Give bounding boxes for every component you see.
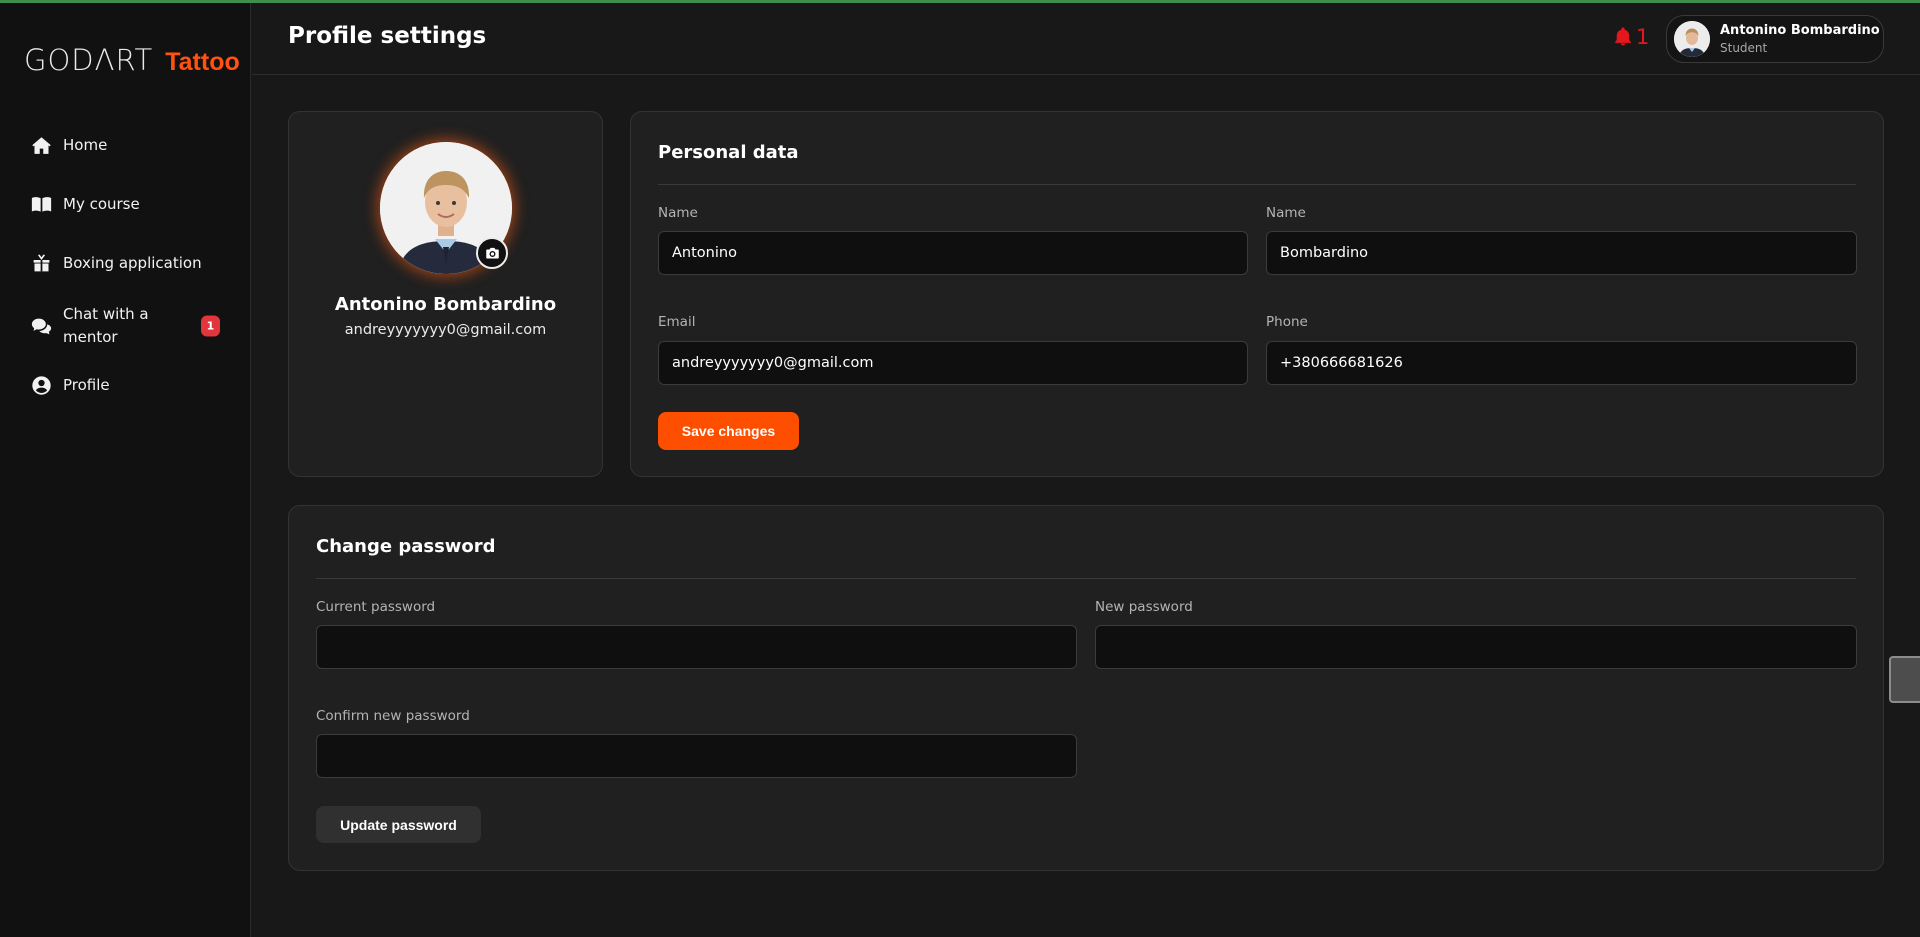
avatar bbox=[1674, 21, 1710, 57]
side-panel-handle[interactable] bbox=[1889, 656, 1920, 703]
profile-email: andreyyyyyyy0@gmail.com bbox=[344, 322, 547, 338]
user-name: Antonino Bombardino bbox=[1720, 23, 1880, 38]
divider bbox=[658, 184, 1856, 185]
save-changes-button[interactable]: Save changes bbox=[658, 412, 799, 450]
first-name-input[interactable] bbox=[658, 231, 1248, 275]
confirm-password-input[interactable] bbox=[316, 734, 1077, 778]
chat-icon bbox=[30, 315, 52, 337]
change-password-card: Change password Current password New pas… bbox=[288, 505, 1884, 871]
update-password-button[interactable]: Update password bbox=[316, 806, 481, 843]
profile-card: Antonino Bombardino andreyyyyyyy0@gmail.… bbox=[288, 111, 603, 477]
last-name-label: Name bbox=[1266, 205, 1306, 221]
avatar-container bbox=[380, 142, 512, 274]
sidebar: GODΛRT Tattoo Home My course Boxing appl… bbox=[0, 3, 251, 937]
user-circle-icon bbox=[30, 374, 52, 396]
first-name-label: Name bbox=[658, 205, 698, 221]
logo-main-text: GODΛRT bbox=[24, 43, 154, 77]
sidebar-item-label: My course bbox=[63, 194, 140, 213]
sidebar-item-my-course[interactable]: My course bbox=[0, 189, 251, 219]
sidebar-item-label: Boxing application bbox=[63, 253, 202, 272]
notification-count: 1 bbox=[1636, 25, 1650, 49]
unread-badge: 1 bbox=[201, 315, 220, 337]
home-icon bbox=[30, 134, 52, 156]
email-field[interactable] bbox=[658, 341, 1248, 385]
confirm-password-label: Confirm new password bbox=[316, 708, 470, 724]
user-role: Student bbox=[1720, 41, 1768, 55]
profile-name: Antonino Bombardino bbox=[334, 294, 557, 315]
personal-data-card: Personal data Name Name Email Phone Save… bbox=[630, 111, 1884, 477]
sidebar-item-home[interactable]: Home bbox=[0, 130, 251, 160]
sidebar-item-boxing-application[interactable]: Boxing application bbox=[0, 248, 251, 278]
top-header: Profile settings 1 Antonino Bombardino S… bbox=[252, 3, 1920, 75]
divider bbox=[316, 578, 1856, 579]
last-name-input[interactable] bbox=[1266, 231, 1857, 275]
change-photo-button[interactable] bbox=[476, 237, 508, 269]
sidebar-item-profile[interactable]: Profile bbox=[0, 370, 251, 400]
sidebar-item-label: Chat with a mentor bbox=[63, 305, 149, 346]
sidebar-item-chat-with-mentor[interactable]: Chat with a mentor 1 bbox=[0, 301, 251, 351]
logo[interactable]: GODΛRT Tattoo bbox=[24, 43, 240, 77]
book-icon bbox=[30, 193, 52, 215]
email-label: Email bbox=[658, 314, 696, 330]
bell-icon bbox=[1615, 27, 1631, 46]
page-title: Profile settings bbox=[288, 23, 487, 49]
phone-field[interactable] bbox=[1266, 341, 1857, 385]
phone-label: Phone bbox=[1266, 314, 1308, 330]
section-title: Personal data bbox=[658, 142, 799, 163]
sidebar-nav: Home My course Boxing application Chat w… bbox=[0, 130, 251, 429]
section-title: Change password bbox=[316, 536, 496, 557]
box-icon bbox=[30, 252, 52, 274]
sidebar-item-label: Profile bbox=[63, 375, 110, 394]
sidebar-item-label: Home bbox=[63, 135, 108, 154]
current-password-input[interactable] bbox=[316, 625, 1077, 669]
logo-sub-text: Tattoo bbox=[165, 48, 240, 76]
new-password-input[interactable] bbox=[1095, 625, 1857, 669]
camera-icon bbox=[485, 247, 499, 258]
current-password-label: Current password bbox=[316, 599, 436, 615]
new-password-label: New password bbox=[1095, 599, 1193, 615]
user-menu[interactable]: Antonino Bombardino Student bbox=[1666, 15, 1884, 63]
notifications-button[interactable]: 1 bbox=[1613, 25, 1649, 49]
